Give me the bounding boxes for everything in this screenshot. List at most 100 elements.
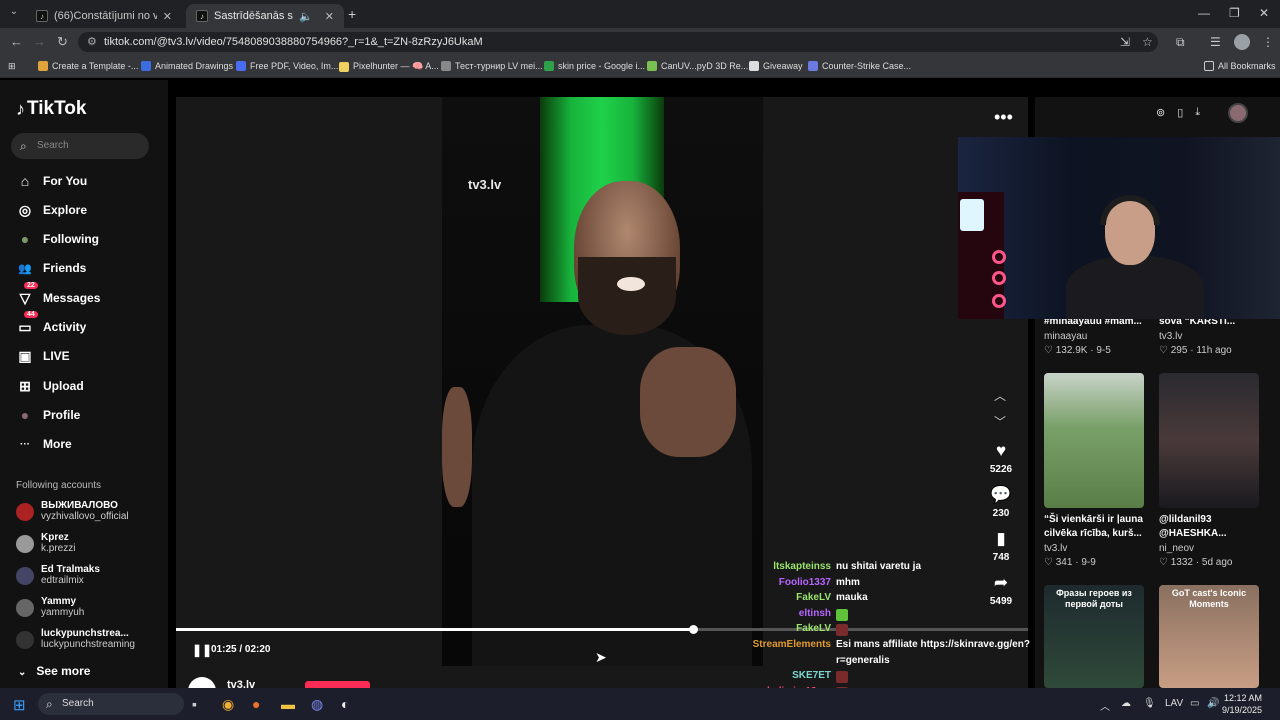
maximize-icon[interactable]: ❐	[1229, 6, 1240, 20]
thumbnail-text: GoT cast's Iconic Moments	[1171, 588, 1247, 609]
next-video-icon[interactable]: ﹀	[994, 413, 1006, 430]
speaker-icon[interactable]: 🔈	[299, 10, 313, 23]
language-indicator[interactable]: LAV	[1165, 698, 1183, 709]
reading-list-icon[interactable]: ☰	[1210, 35, 1221, 49]
cloud-icon[interactable]: ☁	[1121, 698, 1131, 709]
coins-icon[interactable]: ⊚	[1156, 106, 1165, 119]
apps-grid-icon[interactable]: ⊞	[8, 61, 16, 72]
nav-label: More	[43, 437, 72, 451]
taskbar-search[interactable]: ⌕ Search	[38, 693, 184, 715]
nav-for-you[interactable]: ⌂ For You	[16, 171, 87, 191]
browser-tab[interactable]: ♪ (66)Constātījumi no vecpuišu ballītes …	[26, 4, 182, 28]
previous-video-icon[interactable]: ︿	[994, 387, 1006, 404]
video-thumbnail[interactable]	[1044, 373, 1144, 508]
system-clock[interactable]: 12:12 AM 9/19/2025	[1222, 692, 1262, 716]
like-button[interactable]: ♥ 5226	[984, 441, 1018, 475]
extensions-icon[interactable]: ⧉	[1176, 35, 1185, 50]
discord-icon[interactable]: ◍	[311, 696, 323, 713]
bookmark-item[interactable]: Animated Drawings	[141, 61, 233, 71]
video-person-hand	[442, 387, 472, 507]
windows-start-icon[interactable]: ⊞	[13, 696, 26, 714]
search-input[interactable]: ⌕ Search	[11, 133, 149, 159]
url-field[interactable]: ⚙ tiktok.com/@tv3.lv/video/7548089038880…	[78, 32, 1158, 52]
nav-upload[interactable]: ⊞ Upload	[16, 376, 84, 396]
video-thumbnail[interactable]	[1159, 373, 1259, 508]
nav-activity[interactable]: ▭ 44 Activity	[16, 311, 86, 337]
forward-icon[interactable]: →	[33, 34, 46, 49]
account-item[interactable]: ВЫЖИВАЛОВО vyzhivallovo_official	[16, 500, 129, 523]
bookmark-item[interactable]: skin price - Google i...	[544, 61, 645, 71]
video-person-beard	[578, 257, 676, 335]
bookmark-item[interactable]: Тест-турнир LV mei...	[441, 61, 543, 71]
close-tab-icon[interactable]: ✕	[325, 10, 334, 23]
see-more-button[interactable]: ⌄ See more	[18, 664, 90, 678]
chat-emote-icon	[836, 624, 848, 637]
bookmark-item[interactable]: Giveaway	[749, 61, 803, 71]
user-avatar[interactable]	[1228, 103, 1248, 123]
task-view-icon[interactable]: ▪	[192, 696, 197, 712]
file-explorer-icon[interactable]: ▬	[281, 696, 295, 712]
nav-messages[interactable]: ▽ 22 Messages	[16, 282, 100, 308]
chat-user: ltskapteinss	[773, 561, 831, 572]
nav-following[interactable]: ● Following	[16, 229, 99, 249]
more-dots-icon: ···	[20, 438, 30, 450]
video-thumbnail[interactable]: GoT cast's Iconic Moments	[1159, 585, 1259, 688]
video-card[interactable]: šova “KARSTI... tv3.lv ♡ 295 · 11h ago	[1159, 315, 1269, 358]
obs-icon[interactable]: ◐	[341, 696, 349, 712]
site-info-icon[interactable]: ⚙	[87, 32, 97, 52]
tab-search-icon[interactable]: ⌄	[6, 6, 22, 22]
chat-user: FakeLV	[796, 592, 831, 604]
nav-profile[interactable]: ● Profile	[16, 405, 81, 425]
chrome-menu-icon[interactable]: ⋮	[1262, 35, 1274, 49]
account-item[interactable]: Ed Tralmaks edtrailmix	[16, 564, 100, 587]
back-icon[interactable]: ←	[10, 34, 23, 49]
chrome-icon[interactable]: ◉	[222, 696, 234, 713]
tiktok-logo[interactable]: ♪ TikTok	[16, 98, 86, 120]
tab-title: (66)Constātījumi no vecpuišu ballītes	[54, 10, 157, 22]
download-icon[interactable]: ⤓	[1195, 106, 1200, 119]
close-tab-icon[interactable]: ✕	[163, 10, 172, 23]
network-icon[interactable]: ▭	[1190, 698, 1199, 709]
account-item[interactable]: Yammy yammyuh	[16, 596, 84, 619]
new-tab-button[interactable]: +	[348, 6, 356, 22]
folder-icon	[1204, 61, 1214, 71]
nav-more[interactable]: ··· More	[16, 434, 72, 454]
account-item[interactable]: Kprez k.prezzi	[16, 532, 75, 555]
profile-avatar[interactable]	[1234, 34, 1250, 50]
minimize-icon[interactable]: —	[1198, 6, 1210, 20]
reload-icon[interactable]: ↻	[57, 34, 68, 50]
mic-icon[interactable]: 🎙	[1143, 698, 1156, 709]
volume-icon[interactable]: 🔊	[1207, 698, 1219, 709]
save-button[interactable]: ▮ 748	[984, 529, 1018, 563]
nav-label: Explore	[43, 203, 88, 217]
nav-explore[interactable]: ◎ Explore	[16, 200, 87, 220]
bookmark-label: Giveaway	[763, 61, 803, 71]
device-icon[interactable]: ▯	[1177, 106, 1183, 119]
bookmark-item[interactable]: CanUV...pyD 3D Re...	[647, 61, 748, 71]
comment-button[interactable]: 💬 230	[984, 485, 1018, 519]
bookmark-item[interactable]: Create a Template -...	[38, 61, 138, 71]
nav-live[interactable]: ▣ LIVE	[16, 346, 69, 366]
close-window-icon[interactable]: ✕	[1259, 6, 1269, 20]
all-bookmarks-button[interactable]: All Bookmarks	[1204, 61, 1276, 71]
video-card[interactable]: #minaayauu #mam... minaayau ♡ 132.9K · 9…	[1044, 315, 1154, 358]
install-app-icon[interactable]: ⇲	[1120, 35, 1130, 49]
bookmark-favicon-icon	[339, 61, 349, 72]
account-item[interactable]: luckypunchstrea... luckypunchstreaming	[16, 628, 135, 651]
nav-friends[interactable]: 👥 Friends	[16, 258, 86, 278]
video-card[interactable]: “Ši vienkārši ir ļauna cilvēka rīcība, k…	[1044, 513, 1159, 570]
friends-icon: 👥	[18, 262, 32, 275]
bookmark-item[interactable]: Pixelhunter — 🧠 A...	[339, 61, 439, 72]
bookmark-item[interactable]: Counter-Strike Case...	[808, 61, 911, 71]
browser-tab-active[interactable]: ♪ Sastrīdēšanās starp bijušajiem 🔈 ✕	[186, 4, 344, 28]
bookmark-favicon-icon	[808, 61, 818, 71]
bookmark-star-icon[interactable]: ☆	[1142, 35, 1153, 49]
video-thumbnail[interactable]: Фразы героев из первой доты	[1044, 585, 1144, 688]
firefox-icon[interactable]: ●	[252, 696, 260, 712]
clock-time: 12:12 AM	[1224, 693, 1263, 703]
pause-icon[interactable]: ❚❚	[192, 643, 212, 657]
bookmark-item[interactable]: Free PDF, Video, Im...	[236, 61, 338, 71]
tray-overflow-icon[interactable]: ︿	[1100, 698, 1110, 713]
video-card[interactable]: @lildanil93 @HAESHKA... ni_neov ♡ 1332 ·…	[1159, 513, 1274, 570]
video-more-options-icon[interactable]: •••	[994, 107, 1013, 128]
